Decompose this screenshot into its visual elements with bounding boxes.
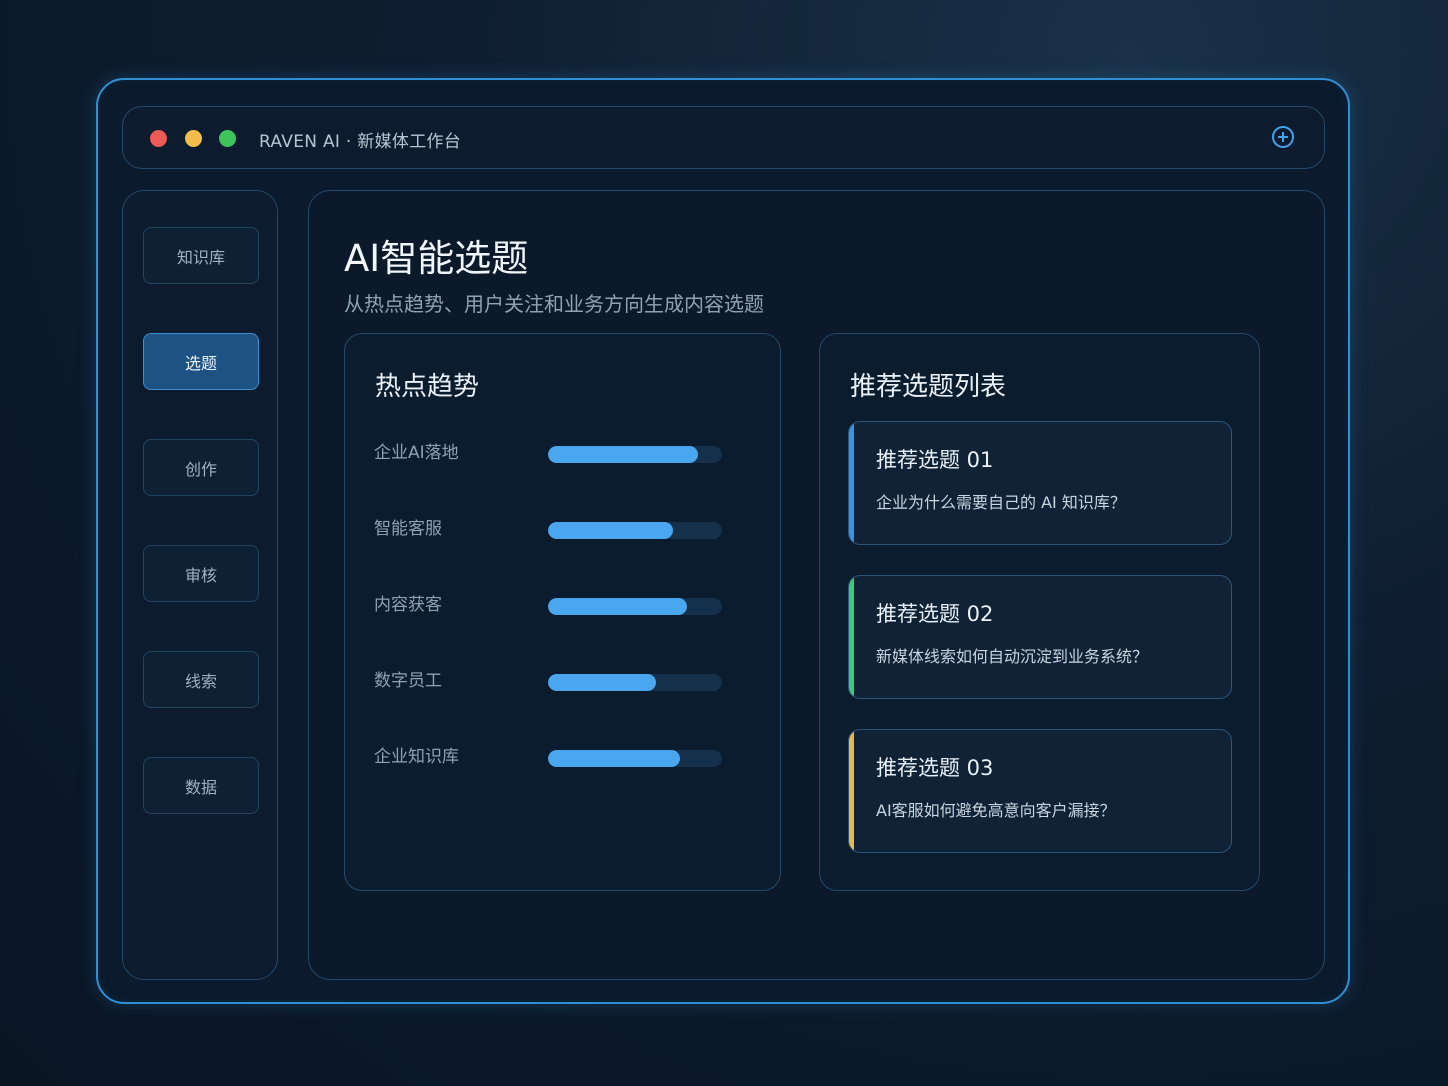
trend-label: 企业AI落地 xyxy=(374,443,459,463)
trend-row: 企业AI落地 xyxy=(345,441,780,465)
trend-row: 智能客服 xyxy=(345,517,780,541)
sidebar-item-knowledge-base[interactable]: 知识库 xyxy=(143,227,259,284)
recommendation-accent-bar xyxy=(849,576,854,698)
trend-bar-fill xyxy=(548,598,688,615)
trend-bar-fill xyxy=(548,522,674,539)
trends-card: 热点趋势 企业AI落地 智能客服 内容获客 数字员工 企业知识库 xyxy=(344,333,781,891)
trend-bar-track xyxy=(548,598,722,615)
trend-label: 内容获客 xyxy=(374,595,442,615)
add-circle-icon[interactable] xyxy=(1272,126,1294,148)
close-window-dot[interactable] xyxy=(150,130,167,147)
recommendation-item[interactable]: 推荐选题 03 AI客服如何避免高意向客户漏接？ xyxy=(848,729,1232,853)
trend-row: 企业知识库 xyxy=(345,745,780,769)
sidebar: 知识库 选题 创作 审核 线索 数据 xyxy=(122,190,278,980)
trend-bar-fill xyxy=(548,446,698,463)
trend-bar-track xyxy=(548,446,722,463)
trend-bar-fill xyxy=(548,750,681,767)
recommendation-accent-bar xyxy=(849,422,854,544)
sidebar-item-review[interactable]: 审核 xyxy=(143,545,259,602)
trend-label: 企业知识库 xyxy=(374,747,459,767)
minimize-window-dot[interactable] xyxy=(185,130,202,147)
sidebar-item-creation[interactable]: 创作 xyxy=(143,439,259,496)
recommendation-title: 推荐选题 03 xyxy=(876,756,994,780)
recommendation-desc: 企业为什么需要自己的 AI 知识库？ xyxy=(876,493,1126,512)
trend-bar-track xyxy=(548,522,722,539)
page-title: AI智能选题 xyxy=(344,237,529,280)
sidebar-item-leads[interactable]: 线索 xyxy=(143,651,259,708)
recommendation-item[interactable]: 推荐选题 01 企业为什么需要自己的 AI 知识库？ xyxy=(848,421,1232,545)
recommendation-title: 推荐选题 01 xyxy=(876,448,994,472)
sidebar-item-topics[interactable]: 选题 xyxy=(143,333,259,390)
recommendation-title: 推荐选题 02 xyxy=(876,602,994,626)
trend-bar-track xyxy=(548,750,722,767)
trend-bar-fill xyxy=(548,674,656,691)
trend-label: 数字员工 xyxy=(374,671,442,691)
recommendation-desc: AI客服如何避免高意向客户漏接？ xyxy=(876,801,1116,820)
recommendation-accent-bar xyxy=(849,730,854,852)
trend-bar-track xyxy=(548,674,722,691)
recommendation-desc: 新媒体线索如何自动沉淀到业务系统？ xyxy=(876,647,1149,666)
main-panel: AI智能选题 从热点趋势、用户关注和业务方向生成内容选题 热点趋势 企业AI落地… xyxy=(308,190,1325,980)
trend-label: 智能客服 xyxy=(374,519,442,539)
trend-row: 数字员工 xyxy=(345,669,780,693)
sidebar-item-data[interactable]: 数据 xyxy=(143,757,259,814)
title-bar: RAVEN AI · 新媒体工作台 xyxy=(122,106,1325,169)
recommendations-title: 推荐选题列表 xyxy=(850,372,1007,402)
trends-title: 热点趋势 xyxy=(375,372,480,402)
trend-row: 内容获客 xyxy=(345,593,780,617)
app-title: RAVEN AI · 新媒体工作台 xyxy=(259,132,462,152)
recommendations-card: 推荐选题列表 推荐选题 01 企业为什么需要自己的 AI 知识库？ 推荐选题 0… xyxy=(819,333,1260,891)
recommendation-item[interactable]: 推荐选题 02 新媒体线索如何自动沉淀到业务系统？ xyxy=(848,575,1232,699)
page-subtitle: 从热点趋势、用户关注和业务方向生成内容选题 xyxy=(344,292,764,316)
maximize-window-dot[interactable] xyxy=(219,130,236,147)
